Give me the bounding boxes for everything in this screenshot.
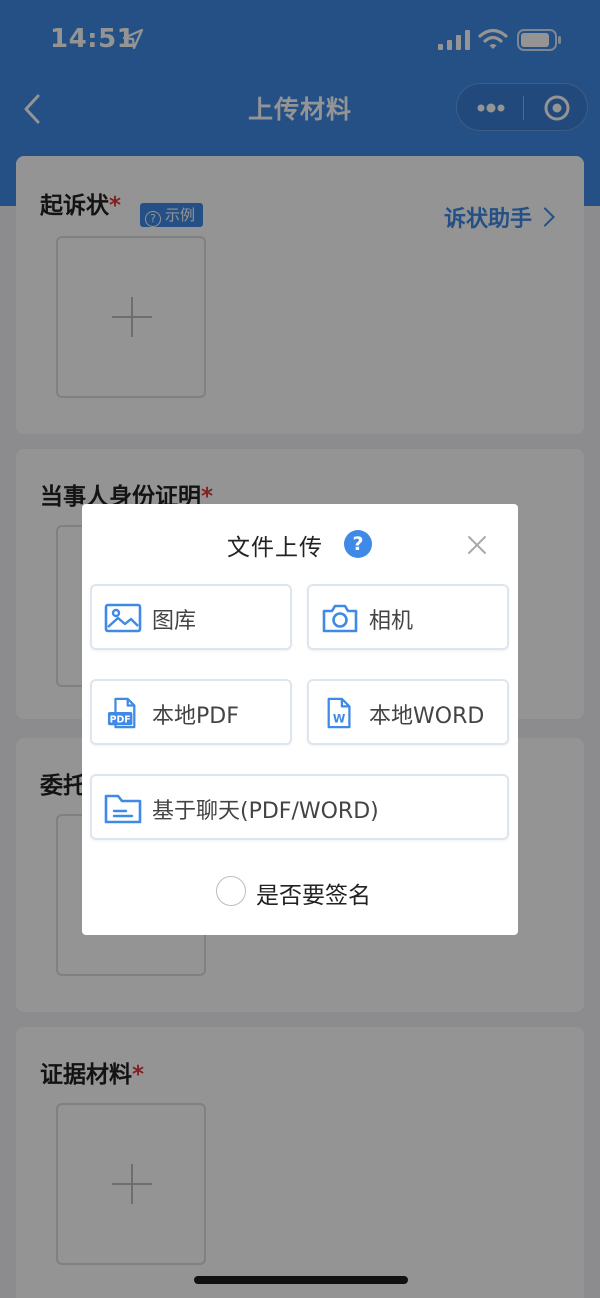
gallery-option[interactable]: 图库 [90, 584, 292, 650]
word-file-icon: W [327, 697, 351, 729]
svg-text:W: W [333, 712, 346, 725]
close-icon[interactable] [466, 534, 488, 556]
local-word-label: 本地WORD [369, 704, 485, 729]
pdf-file-icon: PDF [107, 697, 136, 729]
camera-label: 相机 [369, 609, 414, 634]
svg-text:PDF: PDF [110, 714, 131, 725]
file-upload-dialog: 文件上传 ? 图库 相机 PDF 本地PDF W 本地WORD 基于聊天(PDF… [82, 504, 518, 935]
local-pdf-label: 本地PDF [152, 704, 239, 729]
camera-option[interactable]: 相机 [307, 584, 509, 650]
local-word-option[interactable]: W 本地WORD [307, 679, 509, 745]
chat-file-option[interactable]: 基于聊天(PDF/WORD) [90, 774, 509, 840]
signature-radio[interactable] [216, 876, 246, 906]
image-icon [104, 603, 142, 633]
home-indicator [194, 1276, 408, 1284]
help-icon[interactable]: ? [344, 530, 372, 558]
gallery-label: 图库 [152, 609, 197, 634]
chat-file-label: 基于聊天(PDF/WORD) [152, 799, 379, 824]
camera-icon [322, 604, 358, 633]
signature-label: 是否要签名 [256, 883, 371, 909]
local-pdf-option[interactable]: PDF 本地PDF [90, 679, 292, 745]
folder-icon [104, 794, 142, 824]
dialog-title: 文件上传 [227, 535, 323, 561]
